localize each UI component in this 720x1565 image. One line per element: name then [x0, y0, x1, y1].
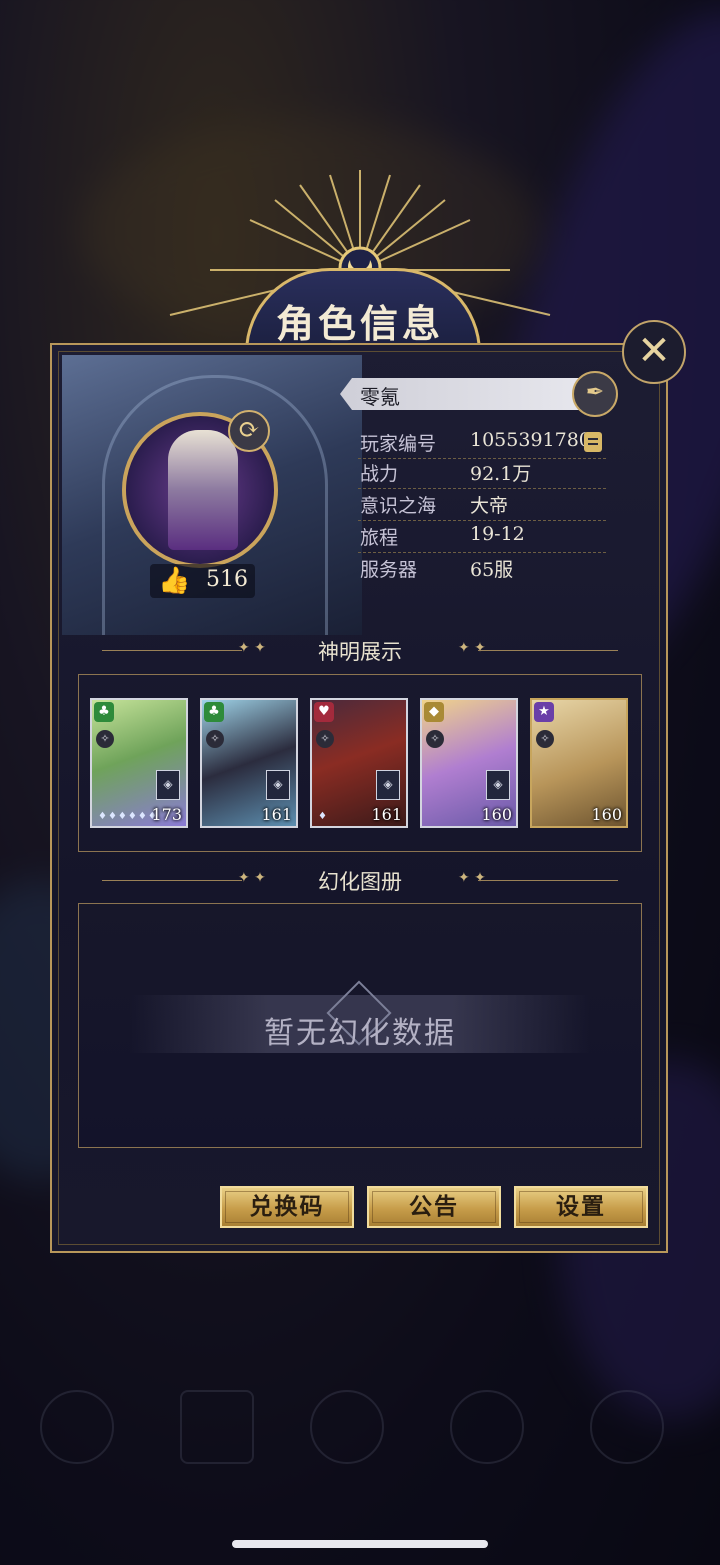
edit-name-button[interactable]: ✒: [572, 371, 618, 417]
quill-icon: ✒: [585, 380, 605, 405]
info-value: 大帝: [470, 495, 509, 517]
card-level: 161: [371, 805, 402, 824]
class-icon: ✧: [536, 730, 554, 748]
home-indicator[interactable]: [232, 1540, 488, 1548]
shield-icon: ◈: [156, 770, 180, 800]
card-level: 160: [591, 805, 622, 824]
class-icon: ✧: [426, 730, 444, 748]
card-level: 160: [481, 805, 512, 824]
card-stars: ♦: [318, 811, 328, 822]
info-label: 玩家编号: [360, 433, 437, 455]
class-icon: ✧: [206, 730, 224, 748]
star-icon: ★: [534, 702, 554, 722]
card-level: 173: [151, 805, 182, 824]
likes-badge[interactable]: 👍 516: [150, 564, 255, 598]
heart-icon: ♥: [314, 702, 334, 722]
album-empty-text: 暂无幻化数据: [264, 1016, 456, 1051]
thumbs-up-icon: 👍: [158, 566, 191, 596]
card-stars: ♦♦♦♦♦♦: [98, 811, 158, 822]
diamond-icon: ◆: [424, 702, 444, 722]
like-count: 516: [206, 567, 248, 592]
info-value: 19-12: [470, 523, 525, 545]
shield-icon: ◈: [486, 770, 510, 800]
class-icon: ✧: [96, 730, 114, 748]
shield-icon: ◈: [376, 770, 400, 800]
info-row-server: 服务器 65服: [358, 552, 606, 584]
shield-icon: ◈: [266, 770, 290, 800]
info-label: 战力: [360, 463, 399, 485]
info-value: 92.1万: [470, 463, 532, 485]
info-label: 服务器: [360, 559, 418, 581]
info-label: 意识之海: [360, 495, 437, 517]
avatar-figure: [168, 430, 238, 550]
card-level: 161: [261, 805, 292, 824]
gods-section-header: ✦ ✦ ✦ ✦ 神明展示: [102, 636, 618, 666]
info-row-power: 战力 92.1万: [358, 456, 606, 489]
refresh-icon: ⟳: [238, 415, 260, 445]
copy-id-icon[interactable]: [584, 432, 602, 452]
album-section-header: ✦ ✦ ✦ ✦ 幻化图册: [102, 866, 618, 896]
album-section-title: 幻化图册: [318, 870, 402, 894]
info-row-player-id: 玩家编号 10553917800: [358, 426, 606, 459]
settings-button[interactable]: 设置: [514, 1186, 648, 1228]
info-label: 旅程: [360, 527, 399, 549]
info-row-journey: 旅程 19-12: [358, 520, 606, 553]
god-card[interactable]: ◆ ✧ ◈ 160: [420, 698, 518, 828]
player-name: 零氪: [360, 385, 400, 409]
close-icon: ✕: [637, 328, 671, 374]
gods-section-title: 神明展示: [318, 640, 402, 664]
god-card[interactable]: ♣ ✧ ◈ ♦♦♦♦♦♦ 173: [90, 698, 188, 828]
redeem-code-button[interactable]: 兑换码: [220, 1186, 354, 1228]
info-value: 65服: [470, 559, 514, 581]
title-crest: 角色信息: [150, 160, 570, 360]
god-card[interactable]: ♣ ✧ ◈ 161: [200, 698, 298, 828]
class-icon: ✧: [316, 730, 334, 748]
change-avatar-button[interactable]: ⟳: [228, 410, 270, 452]
close-button[interactable]: ✕: [622, 320, 686, 384]
club-icon: ♣: [204, 702, 224, 722]
notice-button[interactable]: 公告: [367, 1186, 501, 1228]
club-icon: ♣: [94, 702, 114, 722]
dialog-title: 角色信息: [275, 301, 444, 346]
god-card[interactable]: ★ ✧ 160: [530, 698, 628, 828]
info-row-consciousness: 意识之海 大帝: [358, 488, 606, 521]
god-card[interactable]: ♥ ✧ ◈ ♦ 161: [310, 698, 408, 828]
